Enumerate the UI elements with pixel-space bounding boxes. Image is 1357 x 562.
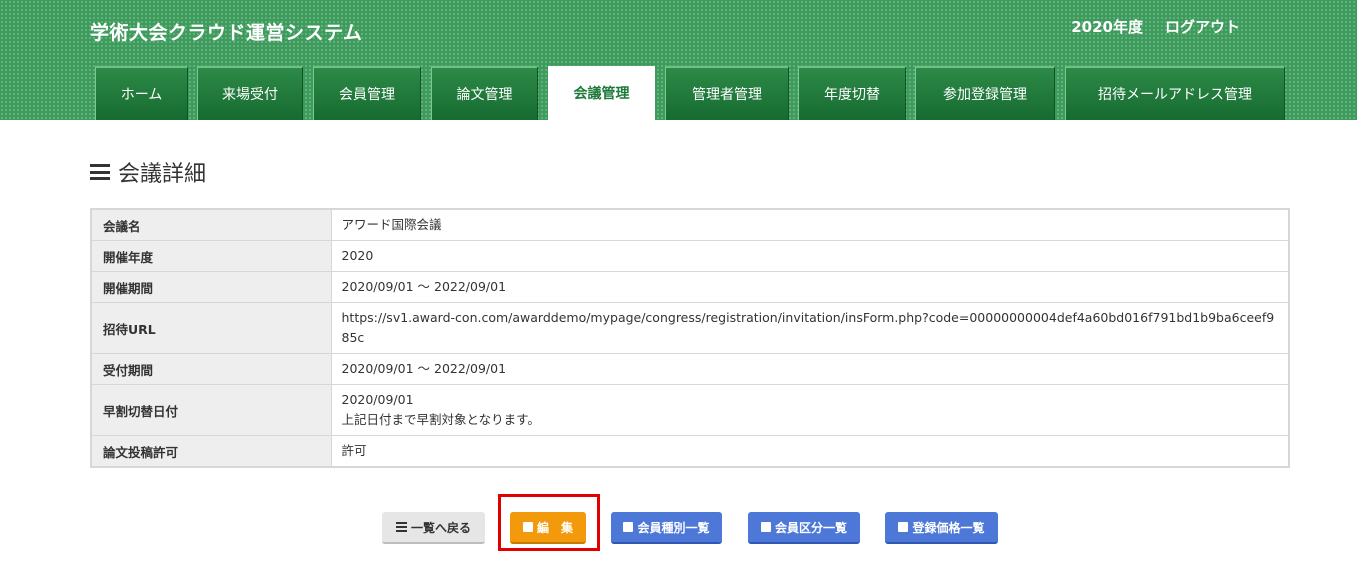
row-value: 2020 [330, 240, 1290, 272]
table-row: 論文投稿許可 許可 [90, 435, 1290, 468]
price-list-button[interactable]: 登録価格一覧 [885, 512, 998, 544]
row-value: 2020/09/01 ～ 2022/09/01 [330, 353, 1290, 385]
menu-icon [90, 164, 110, 180]
row-label: 開催年度 [90, 240, 332, 272]
row-label: 受付期間 [90, 353, 332, 385]
conference-detail-table: 会議名 アワード国際会議 開催年度 2020 開催期間 2020/09/01 ～… [90, 208, 1290, 468]
member-division-label: 会員区分一覧 [774, 520, 847, 535]
table-row: 会議名 アワード国際会議 [90, 208, 1290, 241]
row-label: 論文投稿許可 [90, 435, 332, 468]
fiscal-year: 2020年度 [1071, 18, 1143, 36]
app-title: 学術大会クラウド運営システム [90, 22, 363, 44]
page-title: 会議詳細 [118, 162, 207, 187]
row-value: アワード国際会議 [330, 208, 1290, 241]
tab-year-switch[interactable]: 年度切替 [798, 66, 906, 120]
member-division-list-button[interactable]: 会員区分一覧 [748, 512, 860, 544]
back-label: 一覧へ戻る [410, 520, 471, 535]
row-value: 2020/09/01 ～ 2022/09/01 [330, 271, 1290, 303]
tab-home[interactable]: ホーム [95, 66, 188, 120]
tab-reception[interactable]: 来場受付 [197, 66, 303, 120]
tab-members[interactable]: 会員管理 [313, 66, 421, 120]
edit-button[interactable]: 編 集 [510, 512, 586, 544]
row-value: 許可 [330, 435, 1290, 468]
tab-registration[interactable]: 参加登録管理 [915, 66, 1055, 120]
early-note: 上記日付まで早割対象となります。 [341, 412, 540, 427]
edit-icon [522, 522, 533, 532]
edit-icon [898, 522, 909, 532]
price-label: 登録価格一覧 [912, 520, 985, 535]
tab-admins[interactable]: 管理者管理 [665, 66, 789, 120]
tab-conference[interactable]: 会議管理 [548, 66, 655, 120]
row-value-multiline: 2020/09/01 上記日付まで早割対象となります。 [330, 384, 1290, 436]
app-header: 学術大会クラウド運営システム 2020年度 ログアウト ホーム 来場受付 会員管… [0, 0, 1357, 120]
row-label: 早割切替日付 [90, 384, 332, 436]
table-row: 開催期間 2020/09/01 ～ 2022/09/01 [90, 271, 1290, 303]
list-icon [395, 522, 407, 532]
table-row: 早割切替日付 2020/09/01 上記日付まで早割対象となります。 [90, 384, 1290, 436]
table-row: 開催年度 2020 [90, 240, 1290, 272]
table-row: 受付期間 2020/09/01 ～ 2022/09/01 [90, 353, 1290, 385]
header-right: 2020年度 ログアウト [1071, 16, 1240, 37]
tab-papers[interactable]: 論文管理 [431, 66, 538, 120]
logout-link[interactable]: ログアウト [1165, 16, 1240, 37]
edit-label: 編 集 [536, 520, 573, 535]
row-label: 会議名 [90, 208, 332, 241]
page-heading: 会議詳細 [90, 157, 206, 187]
table-row: 招待URL https://sv1.award-con.com/awarddem… [90, 302, 1290, 354]
early-date: 2020/09/01 [341, 392, 414, 407]
edit-icon [623, 522, 634, 532]
invite-url[interactable]: https://sv1.award-con.com/awarddemo/mypa… [330, 302, 1290, 354]
row-label: 開催期間 [90, 271, 332, 303]
edit-icon [760, 522, 771, 532]
row-label: 招待URL [90, 302, 332, 354]
back-to-list-button[interactable]: 一覧へ戻る [382, 512, 485, 544]
tab-invite-emails[interactable]: 招待メールアドレス管理 [1065, 66, 1285, 120]
member-type-label: 会員種別一覧 [637, 520, 710, 535]
member-type-list-button[interactable]: 会員種別一覧 [611, 512, 722, 544]
